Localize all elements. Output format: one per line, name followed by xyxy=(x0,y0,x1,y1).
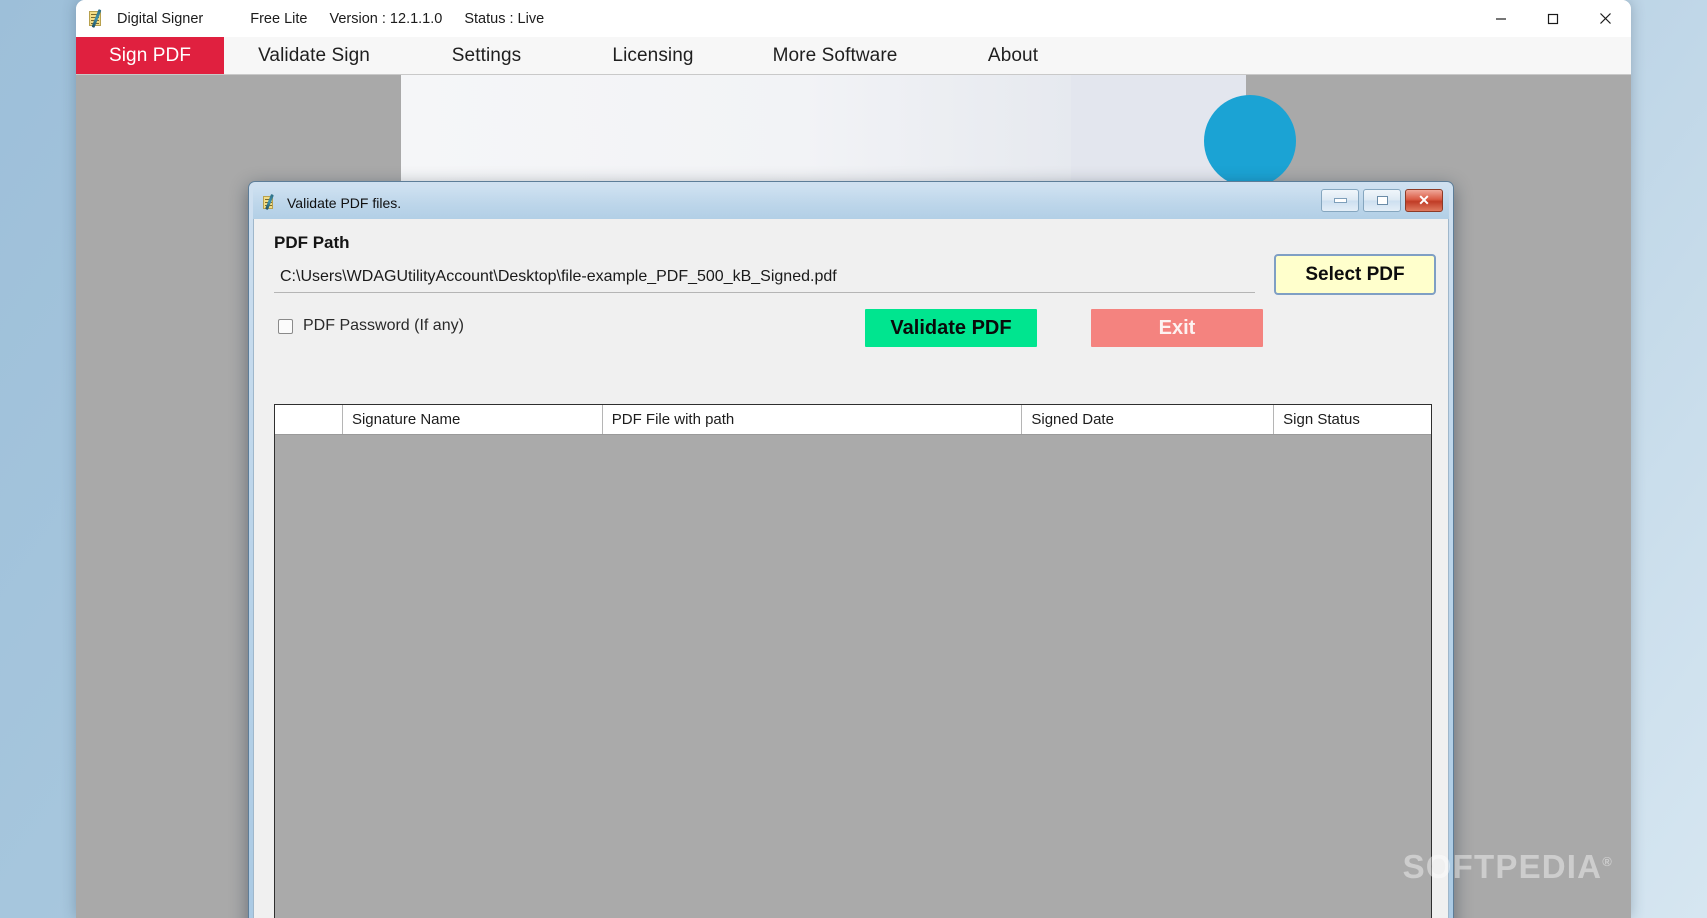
menu-item-licensing[interactable]: Licensing xyxy=(569,37,737,74)
pdf-password-checkbox[interactable] xyxy=(278,318,293,334)
grid-column-signature-name[interactable]: Signature Name xyxy=(342,405,603,434)
validate-pdf-button[interactable]: Validate PDF xyxy=(863,307,1039,349)
app-status-label: Status : Live xyxy=(464,10,545,27)
dialog-title: Validate PDF files. xyxy=(287,194,402,211)
exit-button[interactable]: Exit xyxy=(1089,307,1265,349)
menu-item-more-software[interactable]: More Software xyxy=(737,37,933,74)
menu-item-label: Sign PDF xyxy=(108,44,192,66)
select-pdf-button[interactable]: Select PDF xyxy=(1274,254,1436,295)
minimize-button[interactable] xyxy=(1475,0,1527,37)
menu-item-label: Validate Sign xyxy=(258,44,370,66)
main-menubar: Sign PDF Validate Sign Settings Licensin… xyxy=(76,37,1631,75)
menu-item-label: Licensing xyxy=(612,44,694,66)
menu-item-about[interactable]: About xyxy=(933,37,1093,74)
app-title: Digital Signer xyxy=(117,10,204,27)
softpedia-watermark: SOFTPEDIA® xyxy=(1403,848,1613,886)
grid-column-sign-status[interactable]: Sign Status xyxy=(1274,405,1431,434)
pdf-path-input[interactable] xyxy=(274,261,1255,293)
blue-circle-decoration xyxy=(1204,95,1296,187)
menu-item-label: Settings xyxy=(451,44,522,66)
window-controls xyxy=(1475,0,1631,37)
pdf-password-label: PDF Password (If any) xyxy=(303,317,464,334)
menu-item-validate-sign[interactable]: Validate Sign xyxy=(224,37,404,74)
grid-column-pdf-file-with-path[interactable]: PDF File with path xyxy=(602,405,1023,434)
watermark-registered-mark: ® xyxy=(1602,854,1613,869)
validation-results-grid: Signature Name PDF File with path Signed… xyxy=(274,404,1432,918)
window-client-area: Validate PDF files. ✕ PDF Path Sel xyxy=(76,75,1631,918)
grid-column-signed-date[interactable]: Signed Date xyxy=(1022,405,1275,434)
dialog-minimize-button[interactable] xyxy=(1321,189,1359,212)
app-edition-label: Free Lite xyxy=(250,10,308,27)
maximize-button[interactable] xyxy=(1527,0,1579,37)
minimize-icon xyxy=(1333,198,1347,203)
dialog-window-controls: ✕ xyxy=(1321,189,1443,212)
close-icon: ✕ xyxy=(1418,192,1430,208)
pdf-path-label: PDF Path xyxy=(274,233,350,252)
dialog-body: PDF Path Select PDF PDF Password (If any… xyxy=(253,219,1449,918)
application-window: Digital Signer Free Lite Version : 12.1.… xyxy=(76,0,1631,918)
restore-icon xyxy=(1376,196,1388,205)
pdf-password-row: PDF Password (If any) xyxy=(278,317,464,335)
app-version-label: Version : 12.1.1.0 xyxy=(329,10,443,27)
dialog-icon xyxy=(262,194,279,211)
dialog-restore-button[interactable] xyxy=(1363,189,1401,212)
watermark-text: SOFTPEDIA xyxy=(1402,848,1603,885)
dialog-titlebar[interactable]: Validate PDF files. ✕ xyxy=(253,186,1449,219)
dialog-close-button[interactable]: ✕ xyxy=(1405,189,1443,212)
validate-pdf-dialog: Validate PDF files. ✕ PDF Path Sel xyxy=(248,181,1454,918)
grid-body-empty[interactable] xyxy=(275,435,1431,918)
menu-item-label: About xyxy=(987,44,1039,66)
menu-item-label: More Software xyxy=(772,44,898,66)
menu-item-settings[interactable]: Settings xyxy=(404,37,569,74)
app-icon xyxy=(88,8,108,29)
close-button[interactable] xyxy=(1579,0,1631,37)
grid-column-selector[interactable] xyxy=(275,405,343,434)
window-titlebar: Digital Signer Free Lite Version : 12.1.… xyxy=(76,0,1631,37)
grid-header-row: Signature Name PDF File with path Signed… xyxy=(275,405,1431,435)
menu-item-sign-pdf[interactable]: Sign PDF xyxy=(76,37,224,74)
